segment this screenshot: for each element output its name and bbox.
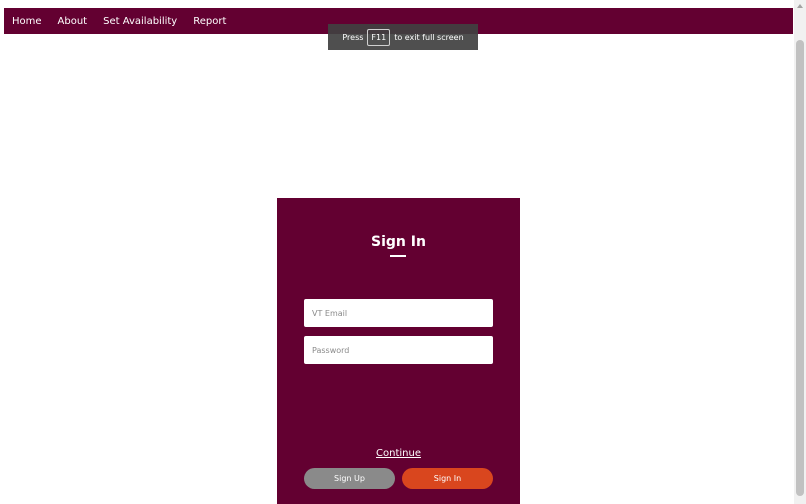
signin-title: Sign In xyxy=(371,234,426,250)
fullscreen-notice-suffix: to exit full screen xyxy=(394,32,464,42)
scroll-thumb[interactable] xyxy=(796,40,804,496)
nav-home[interactable]: Home xyxy=(12,16,42,27)
sign-up-button[interactable]: Sign Up xyxy=(304,468,395,489)
nav-set-availability[interactable]: Set Availability xyxy=(103,16,177,27)
nav-about[interactable]: About xyxy=(58,16,88,27)
title-underline xyxy=(390,255,406,257)
sign-in-button[interactable]: Sign In xyxy=(402,468,493,489)
fullscreen-notice-key: F11 xyxy=(367,28,391,46)
fullscreen-notice-prefix: Press xyxy=(342,32,364,42)
scroll-up-arrow-icon[interactable] xyxy=(797,4,803,8)
vertical-scrollbar[interactable] xyxy=(794,0,806,504)
password-field[interactable] xyxy=(304,336,493,364)
signin-card: Sign In Continue Sign Up Sign In xyxy=(277,198,520,504)
fullscreen-notice: Press F11 to exit full screen xyxy=(328,24,478,50)
nav-report[interactable]: Report xyxy=(193,16,226,27)
email-field[interactable] xyxy=(304,299,493,327)
continue-link[interactable]: Continue xyxy=(277,448,520,459)
